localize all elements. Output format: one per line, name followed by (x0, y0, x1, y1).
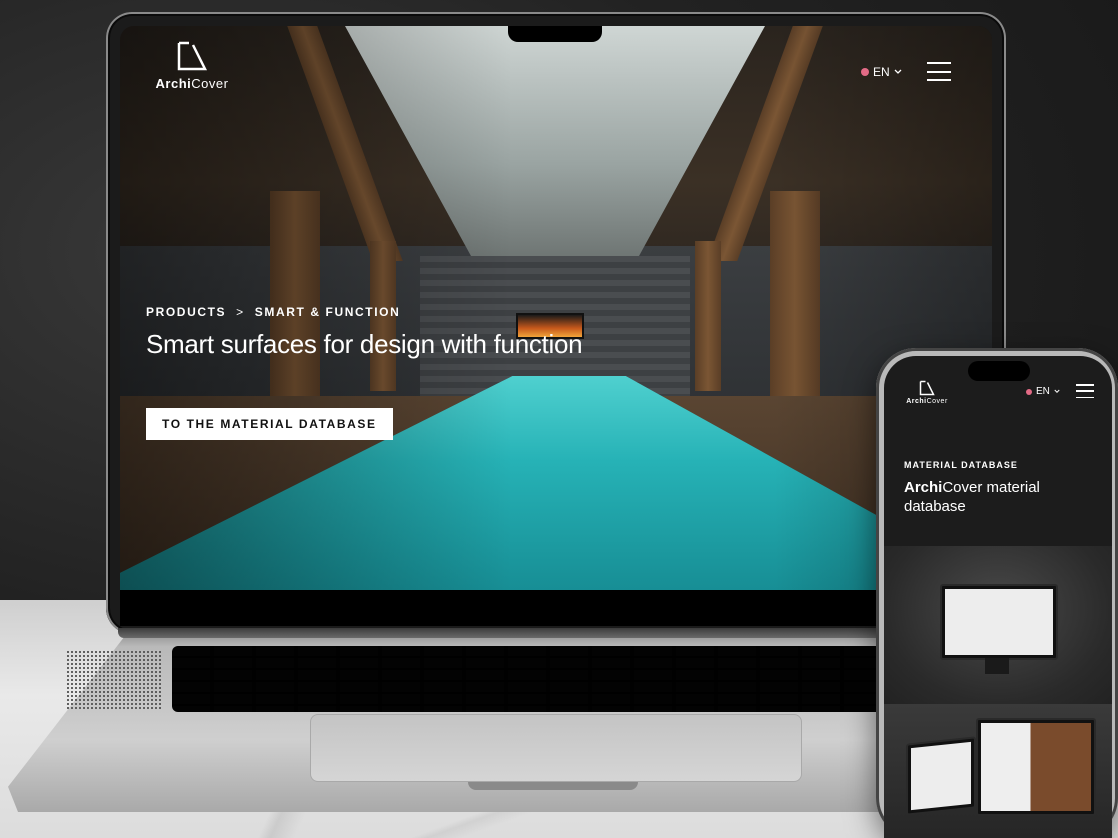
phone-hamburger-menu-icon[interactable] (1076, 384, 1094, 398)
phone-database-preview-2[interactable] (884, 704, 1112, 838)
camera-notch (508, 26, 602, 42)
chevron-down-icon (1054, 389, 1060, 393)
logo-mark-icon (919, 380, 935, 396)
phone-language-label: EN (1036, 386, 1050, 397)
laptop-hinge (118, 628, 994, 638)
phone-heading: ArchiCover material database (904, 479, 1040, 515)
monitor-mockup (940, 584, 1058, 660)
brand-logo[interactable]: ArchiCover (146, 40, 238, 91)
logo-mark-icon (177, 41, 208, 71)
breadcrumb-separator: > (236, 305, 245, 319)
phone-brand-wordmark: ArchiCover (906, 398, 948, 405)
phone-database-preview-1[interactable] (884, 546, 1112, 704)
breadcrumb: PRODUCTS > SMART & FUNCTION (146, 305, 582, 319)
material-database-button[interactable]: TO THE MATERIAL DATABASE (146, 408, 393, 440)
tablet-mockup (906, 736, 976, 816)
hero-content: PRODUCTS > SMART & FUNCTION Smart surfac… (146, 305, 583, 360)
brand-wordmark: ArchiCover (155, 76, 229, 91)
keyboard[interactable] (172, 646, 882, 712)
speaker-grille-left (66, 650, 161, 710)
lid-opening-notch (468, 782, 638, 790)
globe-icon (861, 68, 869, 76)
globe-icon (1026, 388, 1032, 395)
hero-headline: Smart surfaces for design with function (146, 329, 583, 359)
breadcrumb-products[interactable]: PRODUCTS (146, 305, 226, 319)
phone-brand-logo[interactable]: ArchiCover (902, 380, 952, 405)
language-selector[interactable]: EN (861, 65, 902, 79)
dynamic-island (968, 361, 1030, 381)
monitor-stand (985, 658, 1009, 674)
chevron-down-icon (894, 69, 902, 74)
breadcrumb-current[interactable]: SMART & FUNCTION (255, 305, 401, 319)
language-label: EN (873, 65, 890, 79)
laptop-bezel (120, 590, 992, 626)
phone-section-title: MATERIAL DATABASE (904, 460, 1018, 470)
laptop-mockup (976, 718, 1096, 816)
hamburger-menu-icon[interactable] (927, 62, 951, 81)
phone-language-selector[interactable]: EN (1026, 386, 1060, 397)
trackpad[interactable] (310, 714, 802, 782)
